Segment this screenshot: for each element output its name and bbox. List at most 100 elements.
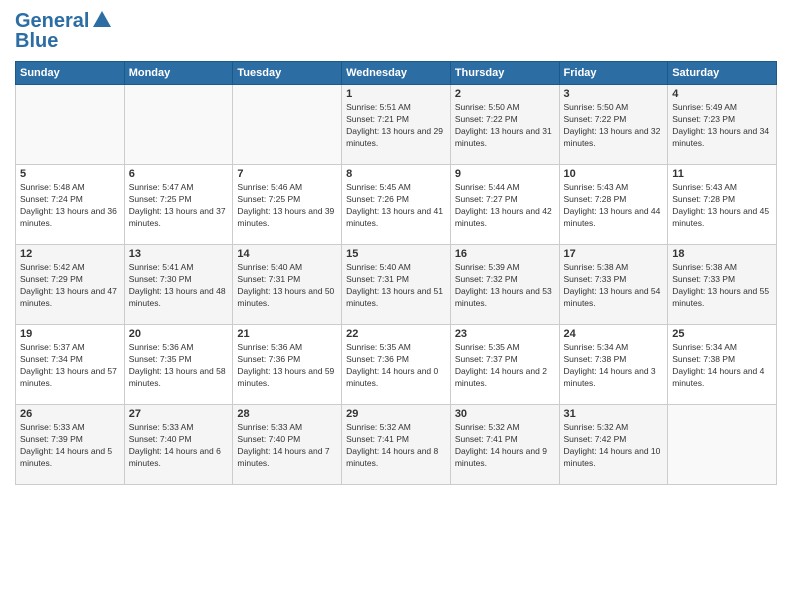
header: General Blue	[15, 10, 777, 53]
calendar-cell: 26 Sunrise: 5:33 AMSunset: 7:39 PMDayligh…	[16, 405, 125, 485]
day-info: Sunrise: 5:38 AMSunset: 7:33 PMDaylight:…	[564, 262, 664, 310]
day-number: 20	[129, 328, 229, 340]
day-info: Sunrise: 5:43 AMSunset: 7:28 PMDaylight:…	[672, 182, 772, 230]
calendar-week-2: 5Sunrise: 5:48 AMSunset: 7:24 PMDaylight…	[16, 165, 777, 245]
calendar-week-4: 19 Sunrise: 5:37 AMSunset: 7:34 PMDayligh…	[16, 325, 777, 405]
day-info: Sunrise: 5:49 AMSunset: 7:23 PMDaylight:…	[672, 102, 772, 150]
day-info: Sunrise: 5:36 AMSunset: 7:35 PMDaylight:…	[129, 342, 229, 390]
day-info: Sunrise: 5:32 AMSunset: 7:41 PMDaylight:…	[455, 422, 555, 470]
day-number: 12	[20, 248, 120, 260]
day-info: Sunrise: 5:43 AMSunset: 7:28 PMDaylight:…	[564, 182, 664, 230]
day-number: 11	[672, 168, 772, 180]
weekday-header-tuesday: Tuesday	[233, 62, 342, 85]
calendar-cell: 15 Sunrise: 5:40 AMSunset: 7:31 PMDayligh…	[342, 245, 451, 325]
calendar-cell: 18 Sunrise: 5:38 AMSunset: 7:33 PMDayligh…	[668, 245, 777, 325]
weekday-header-row: SundayMondayTuesdayWednesdayThursdayFrid…	[16, 62, 777, 85]
day-info: Sunrise: 5:41 AMSunset: 7:30 PMDaylight:…	[129, 262, 229, 310]
day-number: 10	[564, 168, 664, 180]
day-info: Sunrise: 5:42 AMSunset: 7:29 PMDaylight:…	[20, 262, 120, 310]
day-number: 26	[20, 408, 120, 420]
logo-text: General	[15, 10, 89, 32]
calendar-cell: 13 Sunrise: 5:41 AMSunset: 7:30 PMDayligh…	[124, 245, 233, 325]
calendar-cell: 7Sunrise: 5:46 AMSunset: 7:25 PMDaylight…	[233, 165, 342, 245]
calendar-cell: 14 Sunrise: 5:40 AMSunset: 7:31 PMDayligh…	[233, 245, 342, 325]
day-number: 21	[237, 328, 337, 340]
day-number: 5	[20, 168, 120, 180]
day-info: Sunrise: 5:50 AMSunset: 7:22 PMDaylight:…	[455, 102, 555, 150]
calendar-cell: 8 Sunrise: 5:45 AMSunset: 7:26 PMDaylight…	[342, 165, 451, 245]
calendar-cell	[16, 85, 125, 165]
calendar-cell: 10 Sunrise: 5:43 AMSunset: 7:28 PMDayligh…	[559, 165, 668, 245]
day-number: 8	[346, 168, 446, 180]
weekday-header-saturday: Saturday	[668, 62, 777, 85]
calendar-cell: 16 Sunrise: 5:39 AMSunset: 7:32 PMDayligh…	[450, 245, 559, 325]
day-info: Sunrise: 5:34 AMSunset: 7:38 PMDaylight:…	[564, 342, 664, 390]
day-number: 4	[672, 88, 772, 100]
day-info: Sunrise: 5:38 AMSunset: 7:33 PMDaylight:…	[672, 262, 772, 310]
day-number: 17	[564, 248, 664, 260]
calendar-week-1: 1 Sunrise: 5:51 AMSunset: 7:21 PMDaylight…	[16, 85, 777, 165]
day-info: Sunrise: 5:34 AMSunset: 7:38 PMDaylight:…	[672, 342, 772, 390]
day-number: 7	[237, 168, 337, 180]
day-number: 28	[237, 408, 337, 420]
day-number: 19	[20, 328, 120, 340]
day-number: 1	[346, 88, 446, 100]
calendar-cell: 22Sunrise: 5:35 AMSunset: 7:36 PMDayligh…	[342, 325, 451, 405]
calendar-cell: 27 Sunrise: 5:33 AMSunset: 7:40 PMDayligh…	[124, 405, 233, 485]
page: General Blue SundayMondayTuesdayWednesda…	[0, 0, 792, 612]
day-number: 3	[564, 88, 664, 100]
calendar-cell: 12 Sunrise: 5:42 AMSunset: 7:29 PMDayligh…	[16, 245, 125, 325]
calendar-cell: 5Sunrise: 5:48 AMSunset: 7:24 PMDaylight…	[16, 165, 125, 245]
weekday-header-wednesday: Wednesday	[342, 62, 451, 85]
day-number: 13	[129, 248, 229, 260]
calendar-cell	[233, 85, 342, 165]
day-number: 24	[564, 328, 664, 340]
day-info: Sunrise: 5:35 AMSunset: 7:37 PMDaylight:…	[455, 342, 555, 390]
weekday-header-sunday: Sunday	[16, 62, 125, 85]
day-info: Sunrise: 5:45 AMSunset: 7:26 PMDaylight:…	[346, 182, 446, 230]
weekday-header-thursday: Thursday	[450, 62, 559, 85]
day-number: 6	[129, 168, 229, 180]
weekday-header-monday: Monday	[124, 62, 233, 85]
calendar-cell	[668, 405, 777, 485]
calendar-cell: 20 Sunrise: 5:36 AMSunset: 7:35 PMDayligh…	[124, 325, 233, 405]
calendar-cell: 19 Sunrise: 5:37 AMSunset: 7:34 PMDayligh…	[16, 325, 125, 405]
day-info: Sunrise: 5:33 AMSunset: 7:40 PMDaylight:…	[129, 422, 229, 470]
calendar-cell: 3Sunrise: 5:50 AMSunset: 7:22 PMDaylight…	[559, 85, 668, 165]
day-info: Sunrise: 5:32 AMSunset: 7:41 PMDaylight:…	[346, 422, 446, 470]
day-number: 2	[455, 88, 555, 100]
day-number: 27	[129, 408, 229, 420]
day-info: Sunrise: 5:40 AMSunset: 7:31 PMDaylight:…	[237, 262, 337, 310]
calendar-cell: 23 Sunrise: 5:35 AMSunset: 7:37 PMDayligh…	[450, 325, 559, 405]
day-number: 16	[455, 248, 555, 260]
day-info: Sunrise: 5:32 AMSunset: 7:42 PMDaylight:…	[564, 422, 664, 470]
day-info: Sunrise: 5:33 AMSunset: 7:39 PMDaylight:…	[20, 422, 120, 470]
calendar-cell: 30Sunrise: 5:32 AMSunset: 7:41 PMDayligh…	[450, 405, 559, 485]
logo-icon	[91, 9, 113, 31]
calendar-cell: 28Sunrise: 5:33 AMSunset: 7:40 PMDayligh…	[233, 405, 342, 485]
calendar-cell: 29 Sunrise: 5:32 AMSunset: 7:41 PMDayligh…	[342, 405, 451, 485]
day-info: Sunrise: 5:39 AMSunset: 7:32 PMDaylight:…	[455, 262, 555, 310]
day-info: Sunrise: 5:40 AMSunset: 7:31 PMDaylight:…	[346, 262, 446, 310]
calendar-cell: 2 Sunrise: 5:50 AMSunset: 7:22 PMDaylight…	[450, 85, 559, 165]
day-number: 29	[346, 408, 446, 420]
calendar-cell: 1 Sunrise: 5:51 AMSunset: 7:21 PMDaylight…	[342, 85, 451, 165]
calendar-cell: 11 Sunrise: 5:43 AMSunset: 7:28 PMDayligh…	[668, 165, 777, 245]
day-number: 14	[237, 248, 337, 260]
weekday-header-friday: Friday	[559, 62, 668, 85]
calendar-cell: 17 Sunrise: 5:38 AMSunset: 7:33 PMDayligh…	[559, 245, 668, 325]
calendar-cell: 6 Sunrise: 5:47 AMSunset: 7:25 PMDaylight…	[124, 165, 233, 245]
calendar-cell: 24 Sunrise: 5:34 AMSunset: 7:38 PMDayligh…	[559, 325, 668, 405]
day-number: 9	[455, 168, 555, 180]
day-info: Sunrise: 5:36 AMSunset: 7:36 PMDaylight:…	[237, 342, 337, 390]
calendar: SundayMondayTuesdayWednesdayThursdayFrid…	[15, 61, 777, 485]
day-info: Sunrise: 5:51 AMSunset: 7:21 PMDaylight:…	[346, 102, 446, 150]
calendar-cell: 21 Sunrise: 5:36 AMSunset: 7:36 PMDayligh…	[233, 325, 342, 405]
day-number: 18	[672, 248, 772, 260]
day-number: 15	[346, 248, 446, 260]
calendar-cell: 9 Sunrise: 5:44 AMSunset: 7:27 PMDaylight…	[450, 165, 559, 245]
day-info: Sunrise: 5:47 AMSunset: 7:25 PMDaylight:…	[129, 182, 229, 230]
day-info: Sunrise: 5:44 AMSunset: 7:27 PMDaylight:…	[455, 182, 555, 230]
day-info: Sunrise: 5:37 AMSunset: 7:34 PMDaylight:…	[20, 342, 120, 390]
day-number: 23	[455, 328, 555, 340]
